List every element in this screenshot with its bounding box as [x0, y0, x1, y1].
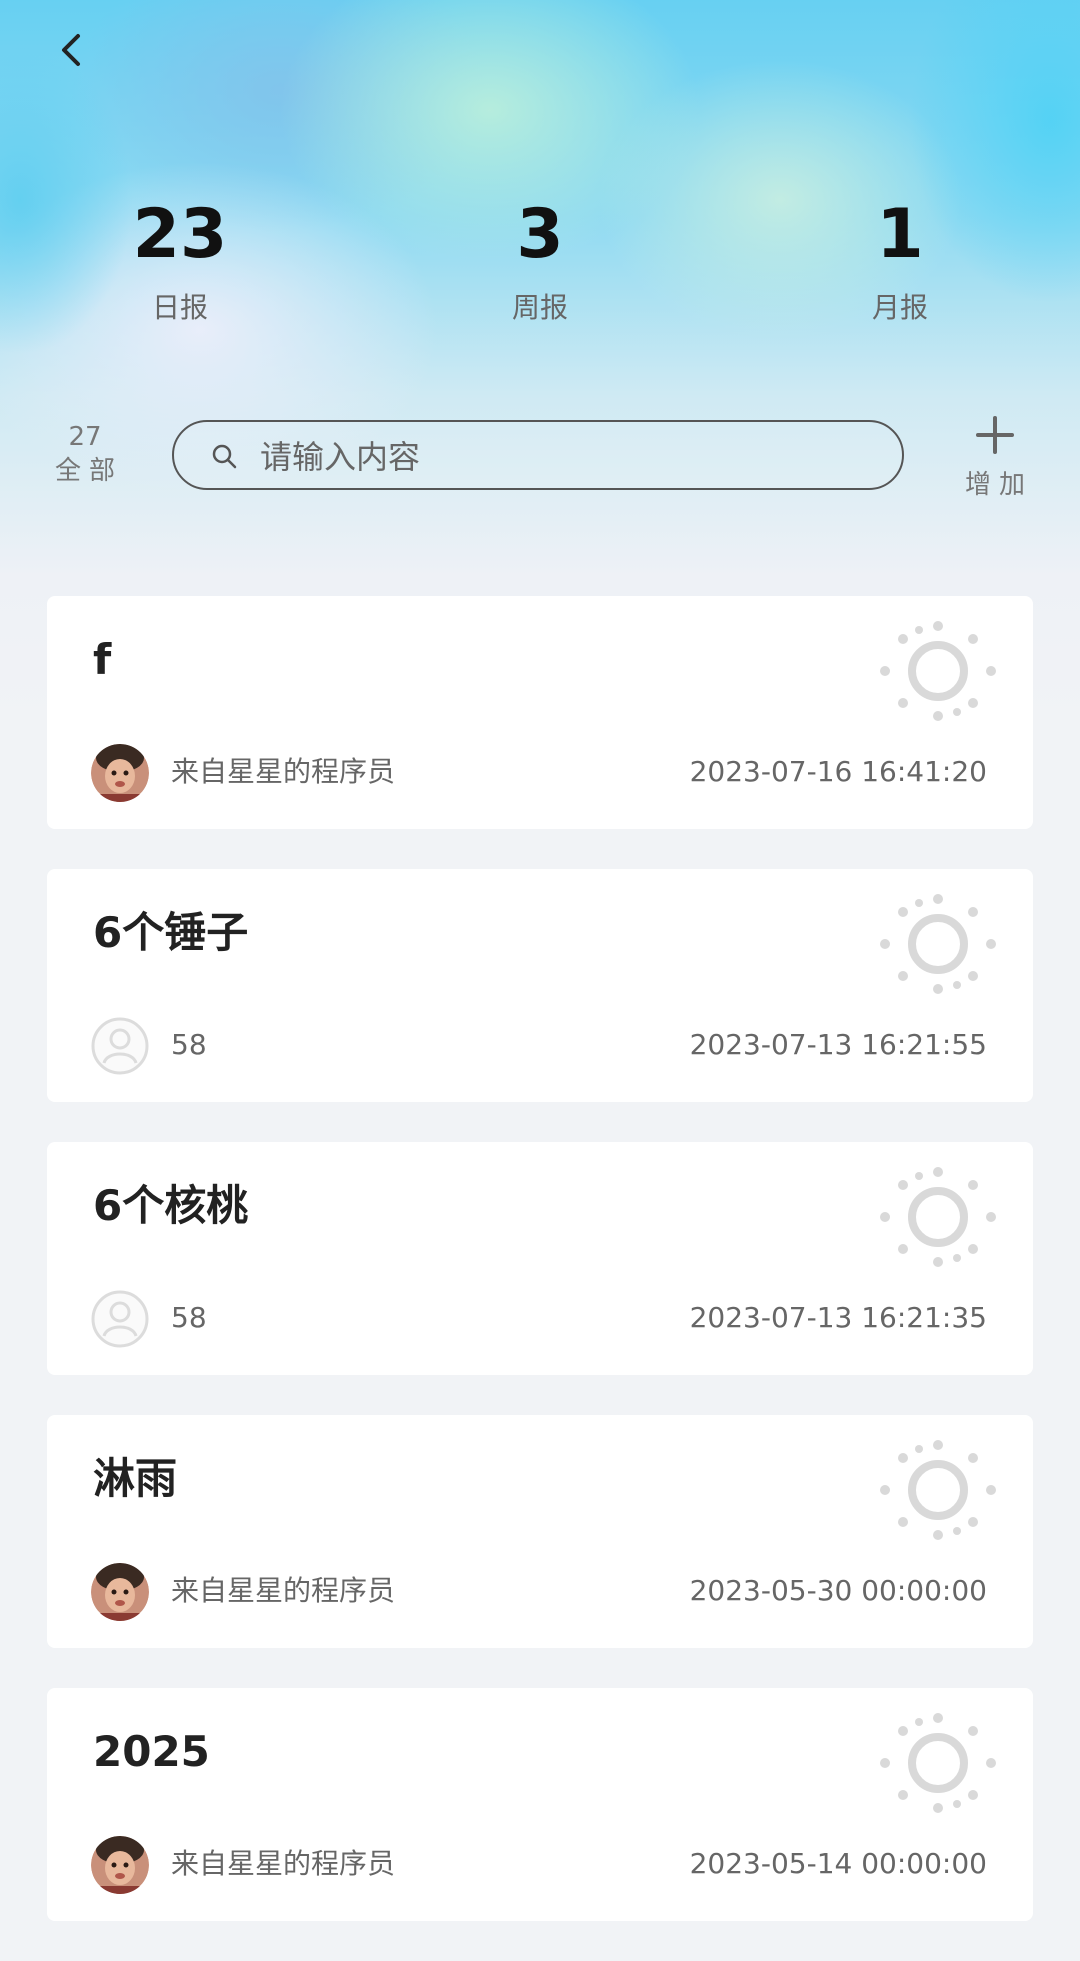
- sun-icon: [880, 1167, 996, 1267]
- report-card[interactable]: 6个核桃 58 2023-07-13 16:21:35: [47, 1142, 1033, 1375]
- report-author: 来自星星的程序员: [171, 1847, 396, 1880]
- report-time: 2023-07-13 16:21:35: [689, 1301, 987, 1334]
- stat-label: 周报: [511, 291, 568, 324]
- stat-monthly[interactable]: 1 月报: [800, 190, 1000, 328]
- report-title: f: [93, 635, 112, 684]
- search-input[interactable]: [258, 432, 862, 482]
- stat-weekly[interactable]: 3 周报: [440, 190, 640, 328]
- report-author: 58: [171, 1028, 207, 1061]
- sun-icon: [880, 1440, 996, 1540]
- sun-icon: [880, 894, 996, 994]
- report-title: 2025: [93, 1727, 210, 1776]
- report-title: 6个核桃: [93, 1181, 249, 1230]
- all-filter-button[interactable]: 27 全部: [42, 420, 128, 488]
- stat-count: 23: [132, 195, 228, 274]
- report-card[interactable]: 2025 来自星星的程序员 2023-05-14 00:00:00: [47, 1688, 1033, 1921]
- report-time: 2023-07-16 16:41:20: [689, 755, 987, 788]
- back-button[interactable]: [48, 26, 98, 76]
- avatar: [91, 1563, 149, 1621]
- avatar: [91, 744, 149, 802]
- report-card[interactable]: 淋雨 来自星星的程序员 2023-05-30 00:00:00: [47, 1415, 1033, 1648]
- add-button[interactable]: 增加: [950, 414, 1040, 501]
- sun-icon: [880, 1713, 996, 1813]
- stat-count: 3: [516, 195, 564, 274]
- report-list: f 来自星星的程序员 2023-07-16 16:41:20 6个锤子 58 2…: [47, 596, 1033, 1961]
- add-label: 增加: [964, 470, 1033, 500]
- stat-count: 1: [876, 195, 924, 274]
- avatar: [91, 1017, 149, 1075]
- report-title: 6个锤子: [93, 908, 249, 957]
- report-card[interactable]: 6个锤子 58 2023-07-13 16:21:55: [47, 869, 1033, 1102]
- report-author: 58: [171, 1301, 207, 1334]
- report-time: 2023-05-14 00:00:00: [689, 1847, 987, 1880]
- report-author: 来自星星的程序员: [171, 1574, 396, 1607]
- report-card[interactable]: f 来自星星的程序员 2023-07-16 16:41:20: [47, 596, 1033, 829]
- stat-daily[interactable]: 23 日报: [80, 190, 280, 328]
- report-title: 淋雨: [93, 1454, 178, 1503]
- report-time: 2023-07-13 16:21:55: [689, 1028, 987, 1061]
- avatar: [91, 1290, 149, 1348]
- stat-label: 月报: [871, 291, 928, 324]
- sun-icon: [880, 621, 996, 721]
- avatar: [91, 1836, 149, 1894]
- report-time: 2023-05-30 00:00:00: [689, 1574, 987, 1607]
- chevron-left-icon: [62, 34, 80, 66]
- plus-icon: [976, 416, 1014, 454]
- all-label: 全部: [54, 456, 123, 486]
- report-author: 来自星星的程序员: [171, 755, 396, 788]
- stat-label: 日报: [151, 291, 208, 324]
- search-icon: [212, 444, 237, 469]
- all-count: 27: [68, 422, 102, 452]
- search-bar[interactable]: [172, 420, 904, 490]
